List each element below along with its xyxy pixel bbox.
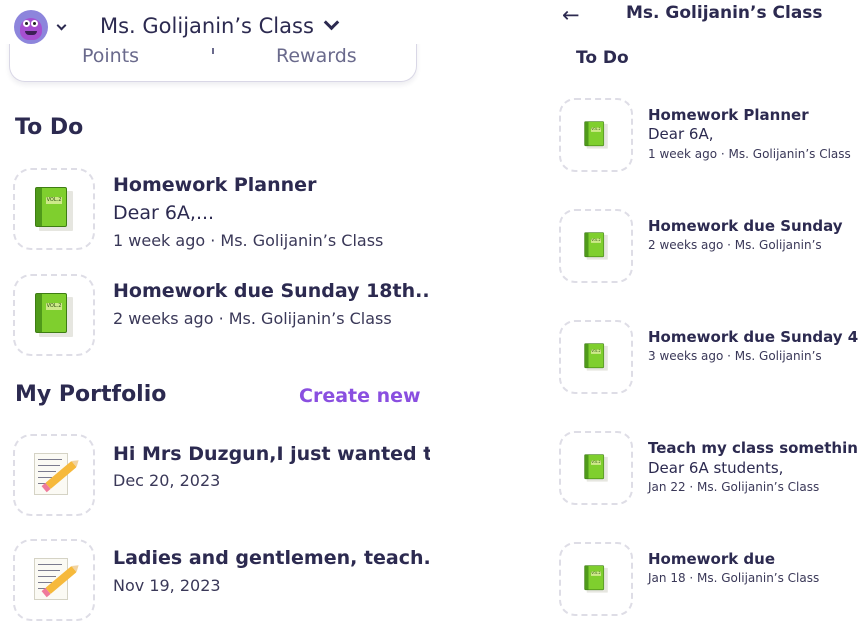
avatar-eye-right [31,20,38,27]
green-book-icon: VOL.2 [584,232,608,260]
green-book-icon: VOL.2 [584,121,608,149]
portfolio-item-title[interactable]: Hi Mrs Duzgun,I just wanted t... [113,443,430,465]
todo-item-body: Dear 6A,... [113,202,215,224]
todo-item-thumbnail[interactable]: VOL.2 [559,98,633,172]
class-title: Ms. Golijanin’s Class [100,14,314,38]
green-book-icon: VOL.2 [584,343,608,371]
todo-item-body: Dear 6A, [648,125,714,143]
todo-item-meta: 1 week ago · Ms. Golijanin’s Class [648,147,851,161]
avatar-switcher[interactable] [14,10,67,44]
todo-item-meta: Jan 22 · Ms. Golijanin’s Class [648,480,820,494]
avatar-eye-left [23,20,30,27]
todo-item-thumbnail[interactable]: VOL.2 [559,542,633,616]
todo-item-meta: 3 weeks ago · Ms. Golijanin’s [648,349,822,363]
green-book-icon: VOL.2 [35,293,73,337]
chevron-down-icon[interactable] [56,20,67,30]
tab-divider [212,48,214,54]
todo-list-panel: ← Ms. Golijanin’s Class To Do VOL.2 Home… [545,0,858,621]
todo-item-thumbnail[interactable]: VOL.2 [559,209,633,283]
todo-item-meta: 2 weeks ago · Ms. Golijanin’s Class [113,309,392,328]
back-arrow-icon[interactable]: ← [562,3,580,27]
portfolio-item-title[interactable]: Ladies and gentlemen, teach... [113,547,430,569]
green-book-icon: VOL.2 [584,454,608,482]
avatar[interactable] [14,10,48,44]
portfolio-heading: My Portfolio [15,382,167,407]
todo-item-thumbnail[interactable]: VOL.2 [559,320,633,394]
todo-item-title[interactable]: Homework due Sunday [648,217,843,235]
chevron-down-icon[interactable] [323,14,340,31]
tab-points[interactable]: Points [82,45,139,67]
todo-item-title[interactable]: Homework due Sunday 4th [648,328,858,346]
green-book-icon: VOL.2 [35,187,73,231]
create-new-button[interactable]: Create new [299,385,421,407]
portfolio-item-thumbnail[interactable] [13,539,95,621]
todo-heading: To Do [15,115,84,140]
todo-item-title[interactable]: Homework Planner [648,106,809,124]
todo-item-meta: 1 week ago · Ms. Golijanin’s Class [113,231,384,250]
page-title: Ms. Golijanin’s Class [626,3,823,23]
todo-item-title[interactable]: Teach my class something l [648,439,858,457]
todo-item-thumbnail[interactable]: VOL.2 [13,274,95,356]
memo-pencil-icon [34,453,77,497]
todo-heading: To Do [576,48,629,68]
todo-item-thumbnail[interactable]: VOL.2 [559,431,633,505]
class-selector[interactable]: Ms. Golijanin’s Class [100,14,340,38]
todo-item-body: Dear 6A students, [648,459,784,477]
class-home-panel: Points Rewards Ms. Golijanin’s Class To … [0,0,430,621]
portfolio-item-date: Nov 19, 2023 [113,576,221,595]
portfolio-item-date: Dec 20, 2023 [113,471,221,490]
todo-item-title[interactable]: Homework due Sunday 18th... [113,280,430,302]
memo-pencil-icon [34,558,77,602]
todo-item-meta: 2 weeks ago · Ms. Golijanin’s [648,238,822,252]
todo-item-title[interactable]: Homework Planner [113,174,316,196]
todo-item-meta: Jan 18 · Ms. Golijanin’s Class [648,571,820,585]
green-book-icon: VOL.2 [584,565,608,593]
todo-item-title[interactable]: Homework due [648,550,775,568]
tab-rewards[interactable]: Rewards [276,45,357,67]
todo-item-thumbnail[interactable]: VOL.2 [13,168,95,250]
portfolio-item-thumbnail[interactable] [13,434,95,516]
